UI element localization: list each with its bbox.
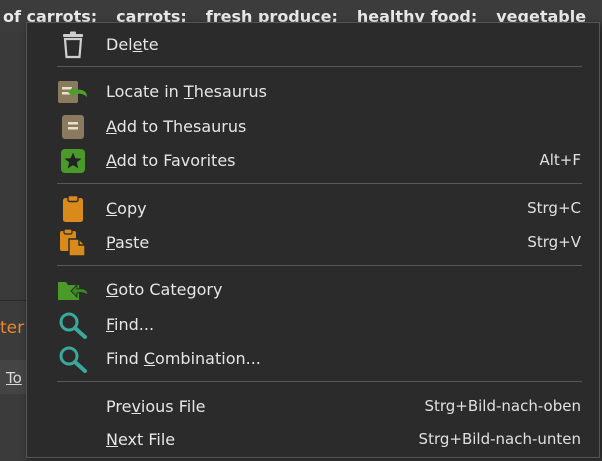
menu-item-shortcut: Strg+C: [527, 199, 581, 217]
star-icon: [57, 148, 89, 174]
menu-item-label: Next File: [106, 429, 176, 449]
locate-book-icon: [57, 79, 89, 105]
background-link[interactable]: To: [6, 369, 22, 387]
menu-separator: [57, 381, 582, 382]
menu-item-add-to-favorites[interactable]: Add to Favorites Alt+F: [27, 145, 599, 175]
menu-item-label: Goto Category: [106, 279, 223, 299]
menu-item-label: Copy: [106, 198, 147, 218]
menu-item-label: Find...: [106, 314, 155, 334]
menu-item-label: Find Combination...: [106, 348, 261, 368]
menu-item-label: Delete: [106, 34, 159, 54]
menu-item-locate-in-thesaurus[interactable]: Locate in Thesaurus: [27, 76, 599, 106]
menu-item-paste[interactable]: Paste Strg+V: [27, 227, 599, 257]
menu-item-previous-file[interactable]: Previous File Strg+Bild-nach-oben: [27, 391, 599, 421]
menu-item-copy[interactable]: Copy Strg+C: [27, 193, 599, 223]
magnifier-icon: [57, 346, 89, 373]
menu-item-label: Previous File: [106, 396, 206, 416]
menu-item-goto-category[interactable]: Goto Category: [27, 274, 599, 304]
trash-icon: [57, 31, 89, 59]
folder-arrow-icon: [57, 277, 89, 303]
menu-item-next-file[interactable]: Next File Strg+Bild-nach-unten: [27, 424, 599, 454]
menu-separator: [57, 265, 582, 266]
menu-separator: [57, 183, 582, 184]
menu-item-label: Add to Thesaurus: [106, 116, 247, 136]
menu-item-label: Add to Favorites: [106, 150, 236, 170]
menu-item-add-to-thesaurus[interactable]: Add to Thesaurus: [27, 111, 599, 141]
clipboard-icon: [57, 195, 89, 222]
menu-item-label: Locate in Thesaurus: [106, 81, 268, 101]
menu-separator: [57, 66, 582, 67]
menu-item-find[interactable]: Find...: [27, 309, 599, 339]
menu-item-find-combination[interactable]: Find Combination...: [27, 343, 599, 373]
menu-item-shortcut: Strg+V: [527, 233, 581, 251]
menu-item-shortcut: Strg+Bild-nach-unten: [418, 430, 581, 448]
background-filter-text: ter: [0, 318, 25, 338]
menu-item-label: Paste: [106, 232, 150, 252]
context-menu: Delete Locate in Thesaurus Add to Thesau…: [26, 22, 600, 458]
magnifier-icon: [57, 312, 89, 339]
menu-item-shortcut: Strg+Bild-nach-oben: [424, 397, 581, 415]
menu-item-delete[interactable]: Delete: [27, 29, 599, 59]
book-icon: [57, 114, 89, 140]
menu-item-shortcut: Alt+F: [539, 151, 581, 169]
paste-icon: [57, 229, 89, 257]
